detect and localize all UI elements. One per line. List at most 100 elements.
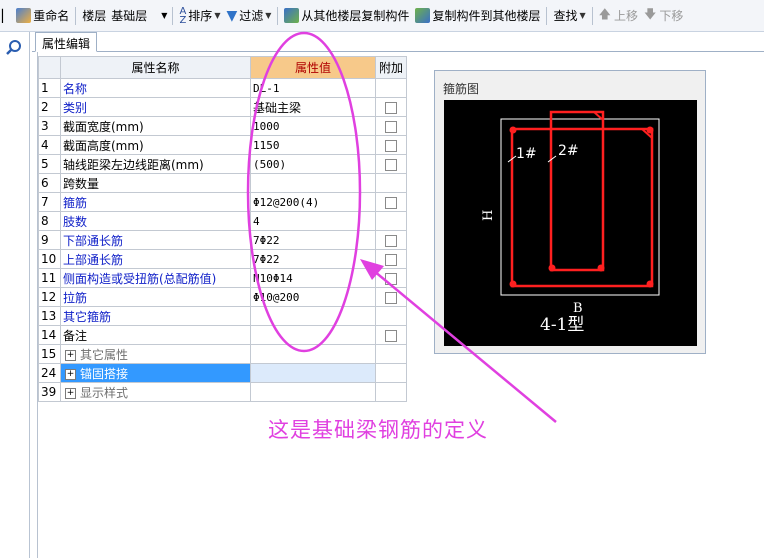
extra-cell: [375, 325, 407, 345]
tab-property-edit[interactable]: 属性编辑: [35, 32, 98, 52]
row-number: 15: [38, 344, 61, 364]
property-name[interactable]: 侧面构造或受扭筋(总配筋值): [60, 268, 251, 288]
group-name-cell[interactable]: + 显示样式: [60, 382, 251, 402]
filter-button[interactable]: ▼ 过滤 ▼: [223, 5, 274, 27]
property-name[interactable]: 截面高度(mm): [60, 135, 251, 155]
expand-plus-icon[interactable]: +: [65, 349, 76, 361]
row-number: 6: [38, 173, 61, 193]
property-value[interactable]: [250, 306, 376, 326]
property-name[interactable]: 下部通长筋: [60, 230, 251, 250]
property-value[interactable]: 基础主梁: [250, 97, 376, 117]
property-value[interactable]: [250, 173, 376, 193]
table-row[interactable]: 12 拉筋 Φ10@200: [38, 287, 407, 307]
floor-select-value: 基础层: [111, 9, 148, 23]
header-name[interactable]: 属性名称: [60, 56, 251, 79]
sort-button[interactable]: AZ 排序 ▼: [176, 5, 223, 27]
property-value[interactable]: [250, 363, 376, 383]
extra-cell: [375, 268, 407, 288]
table-row-group[interactable]: 15 + 其它属性: [38, 344, 407, 364]
table-row[interactable]: 13 其它箍筋: [38, 306, 407, 326]
table-row[interactable]: 6 跨数量: [38, 173, 407, 193]
table-row-group[interactable]: 39 + 显示样式: [38, 382, 407, 402]
table-row[interactable]: 4 截面高度(mm) 1150: [38, 135, 407, 155]
property-name[interactable]: 其它箍筋: [60, 306, 251, 326]
table-row[interactable]: 7 箍筋 Φ12@200(4): [38, 192, 407, 212]
rename-button[interactable]: 重命名: [13, 5, 72, 27]
floor-select[interactable]: 基础层 ▼: [109, 7, 169, 25]
extra-cell: [375, 306, 407, 326]
filter-label: 过滤: [239, 9, 264, 23]
table-row[interactable]: 3 截面宽度(mm) 1000: [38, 116, 407, 136]
copy-from-floor-button[interactable]: 从其他楼层复制构件: [281, 5, 412, 27]
extra-cell: [375, 287, 407, 307]
property-name[interactable]: 上部通长筋: [60, 249, 251, 269]
extra-checkbox[interactable]: [385, 101, 397, 114]
extra-checkbox[interactable]: [385, 234, 397, 247]
stirrup-panel-title: 箍筋图: [443, 82, 480, 96]
move-up-button[interactable]: 🡅 上移: [596, 5, 641, 27]
stirrup-canvas: 1# 2# H B 4-1型: [444, 100, 697, 346]
toolbar-separator: [546, 6, 548, 25]
search-icon[interactable]: [3, 38, 25, 58]
extra-cell: [375, 173, 407, 193]
property-value[interactable]: [250, 382, 376, 402]
property-value[interactable]: [250, 344, 376, 364]
property-value[interactable]: Φ12@200(4): [250, 192, 376, 212]
copy-to-floor-button[interactable]: 复制构件到其他楼层: [412, 5, 543, 27]
rebar-dot: [509, 280, 517, 288]
property-name[interactable]: 肢数: [60, 211, 251, 231]
header-value[interactable]: 属性值: [250, 56, 376, 79]
property-value[interactable]: 1150: [250, 135, 376, 155]
property-name[interactable]: 名称: [60, 78, 251, 98]
row-number: 12: [38, 287, 61, 307]
rebar-dot: [509, 126, 517, 134]
table-row[interactable]: 5 轴线距梁左边线距离(mm) (500): [38, 154, 407, 174]
table-row[interactable]: 10 上部通长筋 7Φ22: [38, 249, 407, 269]
property-value[interactable]: 1000: [250, 116, 376, 136]
group-name-cell[interactable]: + 其它属性: [60, 344, 251, 364]
table-row[interactable]: 14 备注: [38, 325, 407, 345]
height-label: H: [481, 210, 496, 221]
property-value[interactable]: (500): [250, 154, 376, 174]
extra-checkbox[interactable]: [385, 139, 397, 152]
extra-checkbox[interactable]: [385, 158, 397, 171]
property-name[interactable]: 箍筋: [60, 192, 251, 212]
find-button[interactable]: 查找 ▼: [550, 5, 588, 27]
table-row-group-selected[interactable]: 24 + 锚固搭接: [38, 363, 407, 383]
header-extra[interactable]: 附加: [375, 56, 407, 79]
move-down-button[interactable]: 🡇 下移: [641, 5, 686, 27]
expand-plus-icon[interactable]: +: [65, 387, 76, 399]
table-row[interactable]: 9 下部通长筋 7Φ22: [38, 230, 407, 250]
property-value[interactable]: DL-1: [250, 78, 376, 98]
extra-checkbox[interactable]: [385, 329, 397, 342]
property-value[interactable]: 4: [250, 211, 376, 231]
table-row[interactable]: 8 肢数 4: [38, 211, 407, 231]
property-value[interactable]: 7Φ22: [250, 230, 376, 250]
extra-checkbox[interactable]: [385, 272, 397, 285]
group-name-cell[interactable]: + 锚固搭接: [60, 363, 251, 383]
property-name[interactable]: 轴线距梁左边线距离(mm): [60, 154, 251, 174]
property-name[interactable]: 截面宽度(mm): [60, 116, 251, 136]
property-value[interactable]: N10Φ14: [250, 268, 376, 288]
extra-checkbox[interactable]: [385, 196, 397, 209]
property-name[interactable]: 备注: [60, 325, 251, 345]
table-row[interactable]: 2 类别 基础主梁: [38, 97, 407, 117]
copy-to-icon: [415, 8, 431, 23]
property-value[interactable]: Φ10@200: [250, 287, 376, 307]
rename-icon: [16, 8, 32, 23]
property-value[interactable]: 7Φ22: [250, 249, 376, 269]
extra-checkbox[interactable]: [385, 253, 397, 266]
property-value[interactable]: [250, 325, 376, 345]
expand-plus-icon[interactable]: +: [65, 368, 76, 380]
table-row[interactable]: 11 侧面构造或受扭筋(总配筋值) N10Φ14: [38, 268, 407, 288]
extra-checkbox[interactable]: [385, 291, 397, 304]
property-name[interactable]: 类别: [60, 97, 251, 117]
extra-checkbox[interactable]: [385, 120, 397, 133]
table-row[interactable]: 1 名称 DL-1: [38, 78, 407, 98]
property-name[interactable]: 跨数量: [60, 173, 251, 193]
property-name[interactable]: 拉筋: [60, 287, 251, 307]
extra-cell: [375, 116, 407, 136]
chevron-down-icon: ▼: [579, 11, 586, 20]
find-label: 查找: [553, 9, 578, 23]
extra-cell: [375, 192, 407, 212]
